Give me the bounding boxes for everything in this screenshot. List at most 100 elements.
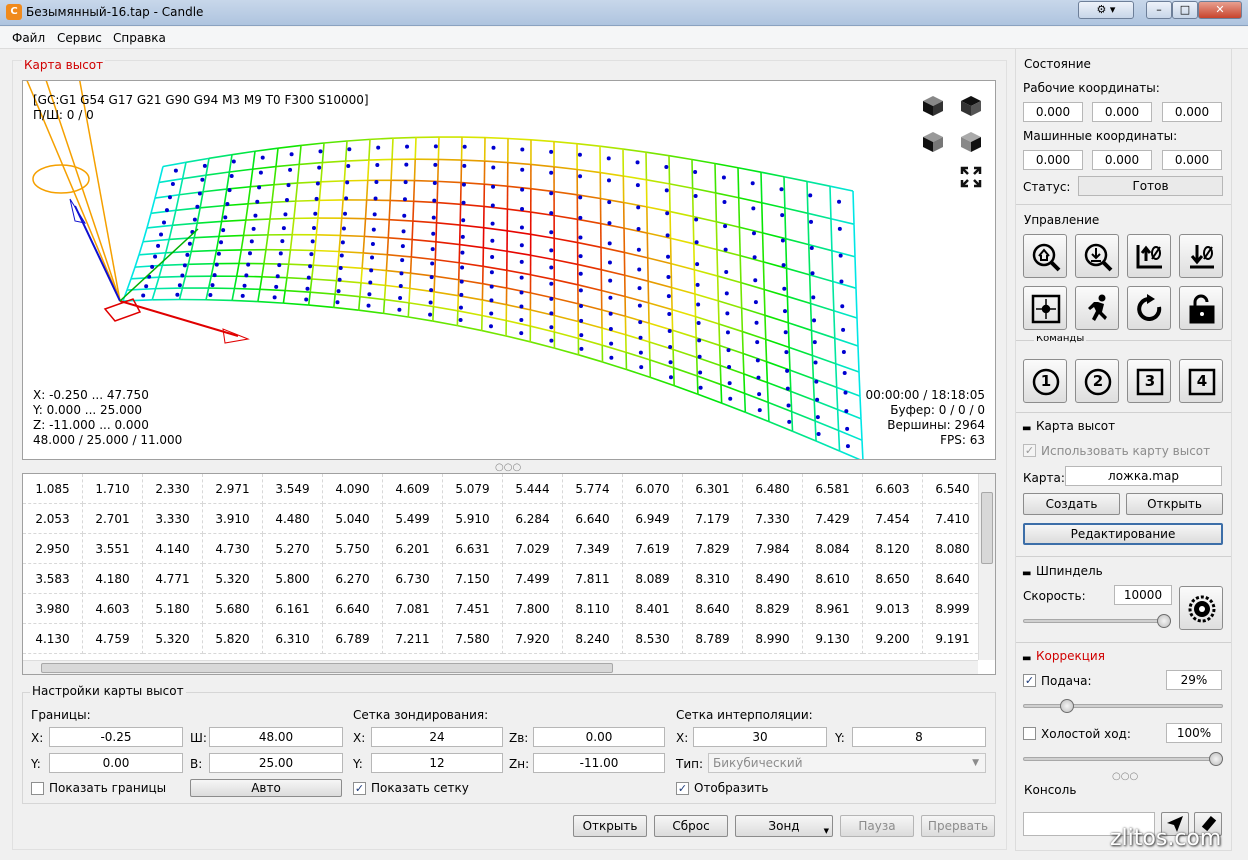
table-cell[interactable]: 8.650 — [863, 564, 923, 594]
table-cell[interactable]: 7.619 — [623, 534, 683, 564]
table-cell[interactable]: 8.789 — [683, 624, 743, 654]
table-cell[interactable]: 5.444 — [503, 474, 563, 504]
table-cell[interactable]: 7.451 — [443, 594, 503, 624]
cube-front-icon[interactable] — [919, 91, 947, 119]
horizontal-scrollbar[interactable] — [23, 660, 978, 674]
show-interp-checkbox[interactable]: ✓ — [676, 782, 689, 795]
origin-icon[interactable] — [1023, 286, 1067, 330]
user-command-1-button[interactable]: 1 — [1023, 359, 1067, 403]
table-cell[interactable]: 4.759 — [83, 624, 143, 654]
feed-field[interactable]: 29% — [1166, 670, 1222, 690]
table-cell[interactable]: 2.950 — [23, 534, 83, 564]
3d-viewer[interactable]: [GC:G1 G54 G17 G21 G90 G94 M3 M9 T0 F300… — [22, 80, 996, 460]
table-cell[interactable]: 7.150 — [443, 564, 503, 594]
table-cell[interactable]: 8.829 — [743, 594, 803, 624]
unlock-icon[interactable] — [1179, 286, 1223, 330]
menu-service[interactable]: Сервис — [57, 31, 102, 45]
table-cell[interactable]: 4.730 — [203, 534, 263, 564]
probe-y-field[interactable]: 12 — [371, 753, 503, 773]
splitter-handle[interactable]: ○○○ — [495, 462, 521, 473]
table-cell[interactable]: 1.710 — [83, 474, 143, 504]
open-heightmap-button[interactable]: Открыть — [573, 815, 647, 837]
probe-z-icon[interactable] — [1075, 234, 1119, 278]
table-cell[interactable]: 8.110 — [563, 594, 623, 624]
table-cell[interactable]: 8.120 — [863, 534, 923, 564]
table-cell[interactable]: 6.301 — [683, 474, 743, 504]
table-cell[interactable]: 2.971 — [203, 474, 263, 504]
collapse-icon[interactable]: ▬ — [1022, 423, 1031, 434]
create-map-button[interactable]: Создать — [1023, 493, 1120, 515]
table-cell[interactable]: 4.771 — [143, 564, 203, 594]
bounds-y-field[interactable]: 0.00 — [49, 753, 183, 773]
table-cell[interactable]: 9.013 — [863, 594, 923, 624]
user-command-4-button[interactable]: 4 — [1179, 359, 1223, 403]
table-cell[interactable]: 3.549 — [263, 474, 323, 504]
table-cell[interactable]: 5.820 — [203, 624, 263, 654]
table-cell[interactable]: 7.029 — [503, 534, 563, 564]
probe-button[interactable]: Зонд ▼ — [735, 815, 833, 837]
table-cell[interactable]: 7.454 — [863, 504, 923, 534]
table-cell[interactable]: 8.084 — [803, 534, 863, 564]
table-cell[interactable]: 5.499 — [383, 504, 443, 534]
collapse-icon[interactable]: ▬ — [1022, 568, 1031, 579]
interp-x-field[interactable]: 30 — [693, 727, 827, 747]
table-cell[interactable]: 3.330 — [143, 504, 203, 534]
table-cell[interactable]: 7.800 — [503, 594, 563, 624]
table-cell[interactable]: 6.284 — [503, 504, 563, 534]
menu-help[interactable]: Справка — [113, 31, 166, 45]
table-cell[interactable]: 5.040 — [323, 504, 383, 534]
table-cell[interactable]: 5.079 — [443, 474, 503, 504]
abort-button[interactable]: Прервать — [921, 815, 995, 837]
table-cell[interactable]: 5.180 — [143, 594, 203, 624]
reset-icon[interactable] — [1127, 286, 1171, 330]
minimize-button[interactable]: – — [1146, 1, 1172, 19]
table-cell[interactable]: 6.640 — [563, 504, 623, 534]
map-file-field[interactable]: ложка.map — [1065, 466, 1222, 486]
probe-zb-field[interactable]: 0.00 — [533, 727, 665, 747]
table-cell[interactable]: 5.774 — [563, 474, 623, 504]
table-cell[interactable]: 8.640 — [923, 564, 983, 594]
table-cell[interactable]: 8.961 — [803, 594, 863, 624]
probe-x-field[interactable]: 24 — [371, 727, 503, 747]
table-cell[interactable]: 9.200 — [863, 624, 923, 654]
table-cell[interactable]: 2.330 — [143, 474, 203, 504]
table-cell[interactable]: 8.530 — [623, 624, 683, 654]
splitter-handle[interactable]: ○○○ — [1112, 771, 1138, 782]
bounds-x-field[interactable]: -0.25 — [49, 727, 183, 747]
spindle-slider-handle[interactable] — [1157, 614, 1171, 628]
table-cell[interactable]: 6.730 — [383, 564, 443, 594]
close-button[interactable]: ✕ — [1198, 1, 1242, 19]
table-cell[interactable]: 5.270 — [263, 534, 323, 564]
table-cell[interactable]: 8.640 — [683, 594, 743, 624]
table-cell[interactable]: 6.480 — [743, 474, 803, 504]
rapid-field[interactable]: 100% — [1166, 723, 1222, 743]
spindle-speed-field[interactable]: 10000 — [1114, 585, 1172, 605]
table-cell[interactable]: 8.999 — [923, 594, 983, 624]
table-cell[interactable]: 2.701 — [83, 504, 143, 534]
table-cell[interactable]: 7.499 — [503, 564, 563, 594]
table-cell[interactable]: 7.330 — [743, 504, 803, 534]
table-cell[interactable]: 2.053 — [23, 504, 83, 534]
table-cell[interactable]: 8.610 — [803, 564, 863, 594]
interp-type-select[interactable]: Бикубический ▼ — [708, 753, 986, 773]
table-cell[interactable]: 7.211 — [383, 624, 443, 654]
maximize-button[interactable]: □ — [1172, 1, 1198, 19]
rapid-slider-handle[interactable] — [1209, 752, 1223, 766]
table-cell[interactable]: 5.320 — [203, 564, 263, 594]
table-cell[interactable]: 6.949 — [623, 504, 683, 534]
interp-y-field[interactable]: 8 — [852, 727, 986, 747]
table-cell[interactable]: 7.081 — [383, 594, 443, 624]
table-cell[interactable]: 8.310 — [683, 564, 743, 594]
table-cell[interactable]: 8.089 — [623, 564, 683, 594]
reset-button[interactable]: Сброс — [654, 815, 728, 837]
table-cell[interactable]: 6.789 — [323, 624, 383, 654]
table-cell[interactable]: 9.130 — [803, 624, 863, 654]
table-cell[interactable]: 6.070 — [623, 474, 683, 504]
table-cell[interactable]: 7.429 — [803, 504, 863, 534]
pause-button[interactable]: Пауза — [840, 815, 914, 837]
zero-z-icon[interactable] — [1179, 234, 1223, 278]
user-command-2-button[interactable]: 2 — [1075, 359, 1119, 403]
edit-map-button[interactable]: Редактирование — [1023, 523, 1223, 545]
user-command-3-button[interactable]: 3 — [1127, 359, 1171, 403]
table-cell[interactable]: 7.920 — [503, 624, 563, 654]
